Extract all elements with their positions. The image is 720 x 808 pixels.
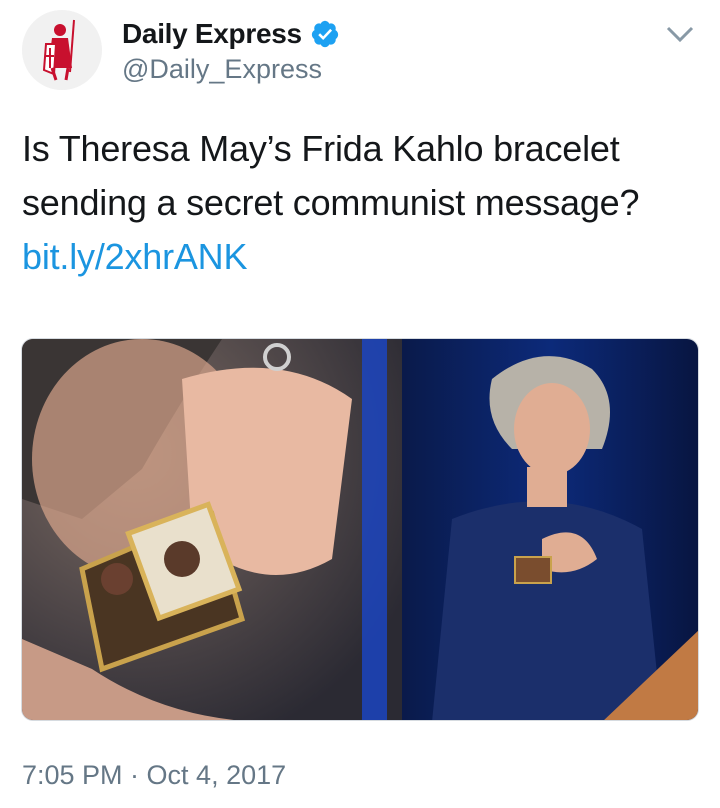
display-name[interactable]: Daily Express [122,18,302,50]
tweet-link[interactable]: bit.ly/2xhrANK [22,236,247,277]
tweet-text-line-2: sending a secret communist message? [22,182,640,223]
handle[interactable]: @Daily_Express [122,54,322,85]
crusader-logo-icon [22,10,102,90]
chevron-down-icon[interactable] [662,16,698,52]
name-row: Daily Express [122,18,340,50]
verified-badge-icon [311,20,338,48]
tweet-header: Daily Express @Daily_Express [22,10,698,90]
tweet-text-line-1: Is Theresa May’s Frida Kahlo bracelet [22,128,620,169]
avatar[interactable] [22,10,102,90]
tweet-timestamp[interactable]: 7:05 PM · Oct 4, 2017 [22,760,286,791]
tweet-text: Is Theresa May’s Frida Kahlo bracelet se… [22,122,702,284]
photo-collage-image [22,339,698,720]
tweet-media-photo[interactable] [21,338,699,721]
